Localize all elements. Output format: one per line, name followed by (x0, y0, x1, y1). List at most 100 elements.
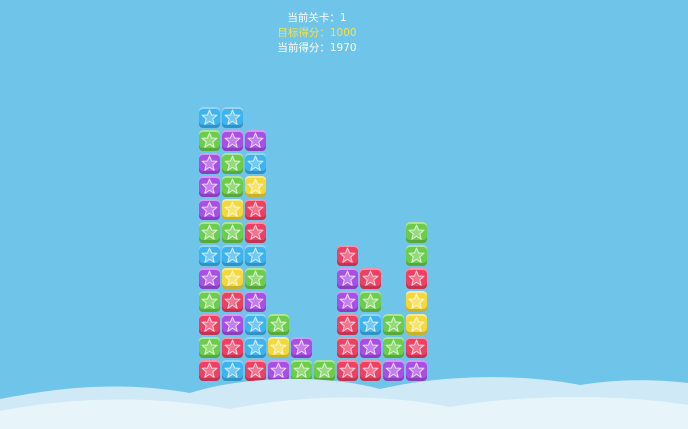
tile-purple[interactable] (245, 130, 266, 151)
tile-blue[interactable] (199, 245, 220, 266)
tile-yellow[interactable] (406, 291, 427, 312)
tile-green[interactable] (406, 222, 427, 243)
tile-green[interactable] (268, 314, 289, 335)
tile-green[interactable] (222, 176, 243, 197)
tile-green[interactable] (199, 291, 220, 312)
star-icon (224, 132, 241, 148)
tile-blue[interactable] (222, 245, 243, 266)
tile-purple[interactable] (199, 176, 220, 197)
tile-purple[interactable] (199, 153, 220, 174)
star-icon (201, 224, 218, 240)
star-icon (247, 316, 264, 332)
star-icon (362, 316, 379, 332)
tile-purple[interactable] (199, 268, 220, 289)
star-icon (224, 293, 241, 309)
star-icon (224, 155, 241, 171)
star-icon (201, 293, 218, 309)
tile-red[interactable] (406, 337, 427, 358)
star-icon (408, 247, 425, 263)
star-icon (224, 178, 241, 194)
tile-red[interactable] (360, 268, 381, 289)
star-icon (247, 293, 264, 309)
star-icon (201, 339, 218, 355)
cloud-front (0, 396, 688, 429)
star-icon (247, 339, 264, 355)
tile-green[interactable] (222, 222, 243, 243)
star-icon (224, 247, 241, 263)
tile-red[interactable] (222, 337, 243, 358)
tile-purple[interactable] (291, 337, 312, 358)
star-icon (270, 316, 287, 332)
tile-purple[interactable] (222, 130, 243, 151)
star-icon (201, 132, 218, 148)
tile-purple[interactable] (337, 268, 358, 289)
star-icon (247, 132, 264, 148)
tile-yellow[interactable] (268, 337, 289, 358)
star-icon (339, 316, 356, 332)
tile-red[interactable] (199, 314, 220, 335)
star-icon (247, 270, 264, 286)
tile-red[interactable] (337, 314, 358, 335)
tile-blue[interactable] (245, 337, 266, 358)
star-icon (408, 270, 425, 286)
star-icon (201, 155, 218, 171)
star-icon (339, 247, 356, 263)
tile-green[interactable] (222, 153, 243, 174)
tile-blue[interactable] (360, 314, 381, 335)
star-icon (224, 224, 241, 240)
star-icon (362, 270, 379, 286)
star-icon (224, 339, 241, 355)
tile-purple[interactable] (222, 314, 243, 335)
tile-green[interactable] (245, 268, 266, 289)
star-icon (362, 339, 379, 355)
star-icon (339, 339, 356, 355)
tile-purple[interactable] (337, 291, 358, 312)
tile-yellow[interactable] (245, 176, 266, 197)
star-icon (224, 270, 241, 286)
star-icon (270, 339, 287, 355)
tile-blue[interactable] (245, 153, 266, 174)
star-icon (201, 178, 218, 194)
tile-purple[interactable] (199, 199, 220, 220)
star-icon (385, 339, 402, 355)
tile-purple[interactable] (245, 291, 266, 312)
star-icon (201, 270, 218, 286)
tile-yellow[interactable] (222, 268, 243, 289)
tile-green[interactable] (199, 337, 220, 358)
tile-blue[interactable] (245, 245, 266, 266)
star-icon (408, 293, 425, 309)
tile-yellow[interactable] (222, 199, 243, 220)
star-icon (362, 293, 379, 309)
star-icon (339, 270, 356, 286)
star-icon (201, 247, 218, 263)
tile-green[interactable] (383, 314, 404, 335)
star-icon (247, 247, 264, 263)
tile-red[interactable] (222, 291, 243, 312)
star-icon (201, 316, 218, 332)
tile-purple[interactable] (360, 337, 381, 358)
tile-blue[interactable] (199, 107, 220, 128)
cloud-ground (0, 377, 688, 429)
star-icon (408, 339, 425, 355)
tile-red[interactable] (245, 199, 266, 220)
tile-green[interactable] (383, 337, 404, 358)
tile-red[interactable] (245, 222, 266, 243)
tile-red[interactable] (337, 337, 358, 358)
tile-green[interactable] (199, 130, 220, 151)
tile-red[interactable] (406, 268, 427, 289)
tile-green[interactable] (406, 245, 427, 266)
star-icon (408, 224, 425, 240)
star-icon (247, 155, 264, 171)
tile-red[interactable] (337, 245, 358, 266)
star-icon (339, 293, 356, 309)
star-icon (247, 178, 264, 194)
tile-green[interactable] (360, 291, 381, 312)
star-icon (224, 109, 241, 125)
star-icon (247, 201, 264, 217)
star-icon (201, 201, 218, 217)
star-icon (224, 316, 241, 332)
tile-green[interactable] (199, 222, 220, 243)
tile-blue[interactable] (245, 314, 266, 335)
tile-yellow[interactable] (406, 314, 427, 335)
tile-blue[interactable] (222, 107, 243, 128)
